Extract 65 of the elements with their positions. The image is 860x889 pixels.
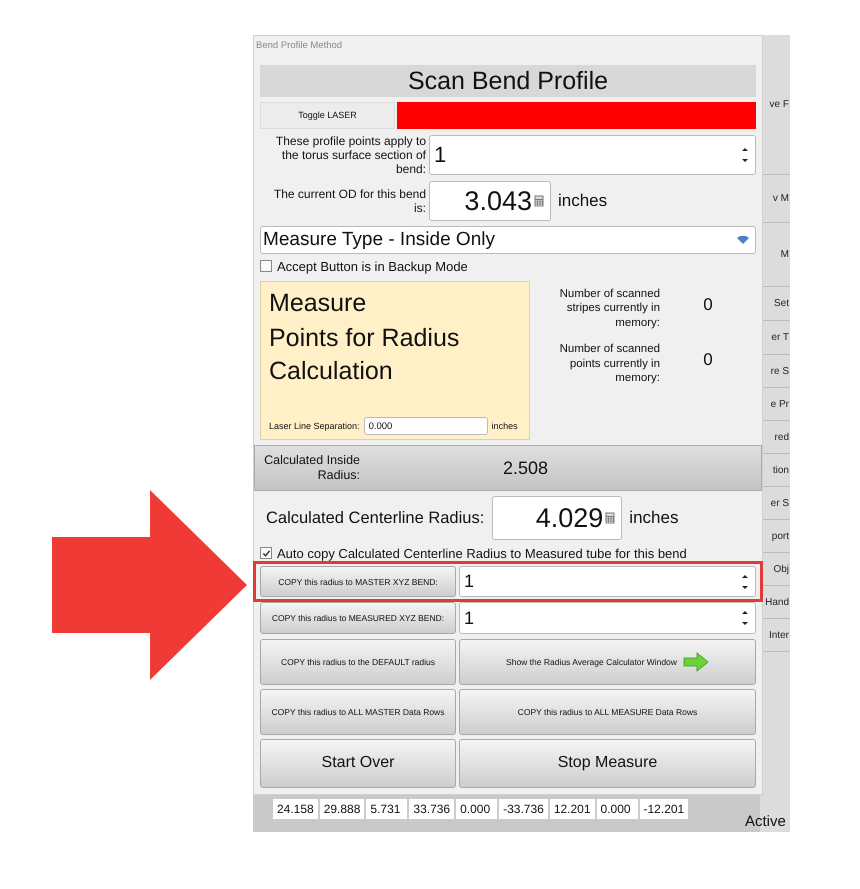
bend-number-field[interactable]: 1: [459, 566, 756, 598]
table-cell: 29.888: [318, 799, 366, 820]
table-cell: -33.736: [498, 799, 549, 820]
instruction-heading: Points for Radius Calculation: [269, 322, 460, 387]
checkbox-label: Auto copy Calculated Centerline Radius to Measured tube for this bend: [277, 546, 687, 561]
unit-label: inches: [629, 508, 678, 528]
field-label: Laser Line Separation:: [269, 421, 360, 432]
counter-label: Number of scanned stripes currently in memory:: [558, 286, 660, 330]
field-label: The current OD for this bend is:: [272, 187, 426, 216]
table-cell: 24.158: [272, 799, 319, 820]
bend-number-field[interactable]: 1: [429, 135, 756, 176]
copy-radius-button[interactable]: COPY this radius to ALL MASTER Data Rows: [260, 688, 456, 735]
unit-label: inches: [492, 421, 518, 432]
side-button-label[interactable]: ve F: [770, 99, 789, 110]
table-cell: 0.000: [596, 799, 639, 820]
side-button-label[interactable]: port: [772, 530, 789, 542]
table-cell: 12.201: [548, 799, 596, 820]
table-cell: 0.000: [455, 799, 498, 820]
side-button-label[interactable]: e Pr: [770, 398, 789, 410]
dialog-heading: Scan Bend Profile: [260, 64, 756, 97]
table-cell: 33.736: [408, 799, 456, 820]
side-button-label[interactable]: Obj: [773, 564, 789, 574]
action-button[interactable]: Stop Measure: [459, 738, 756, 788]
action-button[interactable]: Start Over: [260, 738, 456, 788]
status-text: Active: [745, 813, 786, 830]
copy-radius-button[interactable]: COPY this radius to the DEFAULT radius: [260, 638, 456, 685]
side-button-label[interactable]: M: [780, 249, 789, 260]
calculator-icon[interactable]: [534, 195, 544, 208]
counter-value: 0: [703, 350, 713, 370]
arrow-icon: [682, 652, 709, 672]
copy-radius-button[interactable]: COPY this radius to MASTER XYZ BEND:: [260, 566, 456, 598]
calculator-window-button[interactable]: Show the Radius Average Calculator Window: [459, 638, 756, 685]
field-label: Calculated Centerline Radius:: [266, 508, 484, 528]
side-button-label[interactable]: re S: [770, 366, 789, 376]
centerline-radius-field[interactable]: 4.029: [492, 496, 622, 540]
instruction-heading: Measure: [269, 288, 368, 319]
window-title: Bend Profile Method: [256, 39, 342, 54]
inside-radius-value: 2.508: [502, 458, 548, 478]
toggle-laser-button[interactable]: Toggle LASER: [260, 102, 395, 130]
od-field[interactable]: 3.043: [429, 181, 551, 222]
counter-label: Number of scanned points currently in memory:: [558, 342, 660, 386]
copy-radius-button[interactable]: COPY this radius to ALL MEASURE Data Rows: [459, 688, 756, 735]
measure-type-dropdown[interactable]: Measure Type - Inside Only: [260, 226, 756, 254]
side-button-label[interactable]: v M: [772, 193, 789, 204]
unit-label: inches: [558, 191, 608, 212]
checkbox[interactable]: [260, 547, 272, 560]
side-button-label[interactable]: Inter: [768, 630, 789, 640]
side-button-label[interactable]: er T: [771, 332, 789, 343]
side-button-label[interactable]: er S: [770, 498, 789, 508]
side-button-label[interactable]: tion: [772, 464, 789, 476]
side-button-label[interactable]: Hand: [765, 596, 789, 608]
side-button-label[interactable]: red: [774, 432, 789, 442]
field-label: These profile points apply to the torus surface section of bend:: [274, 134, 426, 176]
side-button-label[interactable]: Set: [774, 298, 789, 309]
counter-value: 0: [703, 294, 713, 314]
inside-radius-label: Calculated Inside Radius:: [264, 453, 360, 482]
separation-field[interactable]: 0.000: [364, 417, 488, 436]
table-cell: 5.731: [365, 799, 408, 820]
checkbox-label: Accept Button is in Backup Mode: [277, 258, 468, 274]
calculator-icon[interactable]: [605, 512, 616, 524]
table-cell: -12.201: [638, 799, 690, 820]
dropdown-arrow-icon: [737, 236, 749, 245]
checkbox[interactable]: [260, 260, 272, 272]
bend-number-field[interactable]: 1: [459, 602, 756, 634]
copy-radius-button[interactable]: COPY this radius to MEASURED XYZ BEND:: [260, 602, 456, 634]
